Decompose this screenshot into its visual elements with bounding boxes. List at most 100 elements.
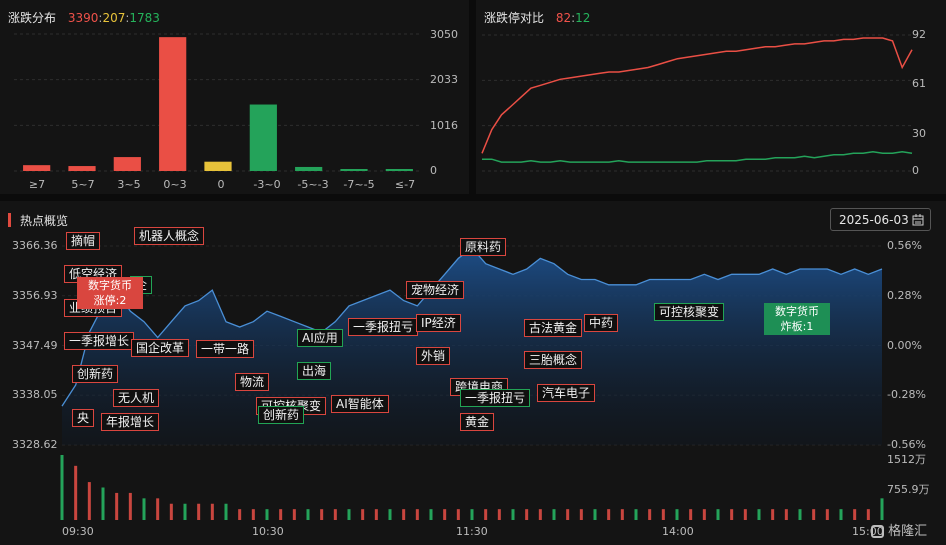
volume-bar xyxy=(183,503,187,520)
logo-icon xyxy=(871,525,884,538)
volume-bar xyxy=(716,509,720,520)
logo-text: 格隆汇 xyxy=(888,524,928,539)
volume-bar xyxy=(361,509,365,520)
concept-tag[interactable]: 外销 xyxy=(416,347,451,365)
volume-bar xyxy=(675,509,679,520)
concept-tag[interactable]: 古法黄金 xyxy=(524,319,583,337)
volume-bar xyxy=(497,509,501,520)
concept-tag[interactable]: 机器人概念 xyxy=(134,227,205,245)
concept-tag[interactable]: 出海 xyxy=(297,362,332,380)
volume-bar xyxy=(566,509,570,520)
concept-tag[interactable]: 宠物经济 xyxy=(406,281,465,299)
volume-bar xyxy=(620,509,624,520)
volume-bar xyxy=(484,509,488,520)
volume-bar xyxy=(579,509,583,520)
price-tick: 3338.05 xyxy=(12,388,58,401)
concept-tag[interactable]: IP经济 xyxy=(416,314,461,332)
volume-bar xyxy=(552,509,556,520)
volume-bar xyxy=(347,509,351,520)
concept-tag[interactable]: AI智能体 xyxy=(331,395,389,413)
concept-tag[interactable]: AI应用 xyxy=(297,329,343,347)
concept-tag[interactable]: 物流 xyxy=(235,373,270,391)
broken-limit-callout[interactable]: 数字货币 炸板:1 xyxy=(764,303,830,335)
time-tick: 14:00 xyxy=(662,525,694,538)
concept-tag[interactable]: 一带一路 xyxy=(196,340,255,358)
volume-bar xyxy=(101,487,105,520)
volume-bar xyxy=(169,503,173,520)
volume-bar xyxy=(115,492,119,520)
volume-bar xyxy=(429,509,433,520)
volume-bar xyxy=(743,509,747,520)
volume-bar xyxy=(197,503,201,520)
callout-title: 数字货币 xyxy=(88,279,132,292)
volume-bar xyxy=(251,509,255,520)
volume-bar xyxy=(402,509,406,520)
volume-bar xyxy=(784,509,788,520)
concept-tag[interactable]: 黄金 xyxy=(460,413,495,431)
callout-row: 炸板:1 xyxy=(768,319,826,334)
volume-bar xyxy=(156,498,160,520)
volume-bar xyxy=(443,509,447,520)
volume-bar xyxy=(661,509,665,520)
volume-bar xyxy=(292,509,296,520)
volume-bar xyxy=(470,509,474,520)
pct-tick: 0.56% xyxy=(887,239,922,252)
volume-bar xyxy=(812,509,816,520)
time-tick: 11:30 xyxy=(456,525,488,538)
volume-bar xyxy=(456,509,460,520)
time-tick: 10:30 xyxy=(252,525,284,538)
concept-tag[interactable]: 中药 xyxy=(584,314,619,332)
volume-bar xyxy=(388,509,392,520)
volume-bar xyxy=(238,509,242,520)
volume-bar xyxy=(87,482,91,520)
concept-tag[interactable]: 原料药 xyxy=(460,238,507,256)
volume-tick: 1512万 xyxy=(887,453,926,466)
concept-tag[interactable]: 创新药 xyxy=(258,406,305,424)
callout-value: 2 xyxy=(119,294,127,307)
volume-bar xyxy=(880,498,884,520)
concept-tag[interactable]: 一季报扭亏 xyxy=(460,389,531,407)
volume-bar xyxy=(689,509,693,520)
volume-bar xyxy=(730,509,734,520)
price-tick: 3366.36 xyxy=(12,239,58,252)
concept-tag[interactable]: 国企改革 xyxy=(131,339,190,357)
volume-bar xyxy=(224,503,228,520)
concept-tag[interactable]: 一季报增长 xyxy=(64,332,135,350)
volume-bar xyxy=(306,509,310,520)
volume-bar xyxy=(415,509,419,520)
volume-bar xyxy=(798,509,802,520)
volume-bar xyxy=(279,509,283,520)
concept-tag[interactable]: 无人机 xyxy=(113,389,160,407)
volume-bar xyxy=(128,492,132,520)
intraday-chart xyxy=(60,245,884,520)
volume-tick: 755.9万 xyxy=(887,483,930,496)
volume-bar xyxy=(702,509,706,520)
volume-bar xyxy=(265,509,269,520)
concept-tag[interactable]: 可控核聚变 xyxy=(654,303,725,321)
volume-bar xyxy=(320,509,324,520)
concept-tag[interactable]: 年报增长 xyxy=(101,413,160,431)
concept-tag[interactable]: 一季报扭亏 xyxy=(348,318,419,336)
volume-bar xyxy=(333,509,337,520)
concept-tag[interactable]: 摘帽 xyxy=(66,232,101,250)
limit-up-callout[interactable]: 数字货币 涨停:2 xyxy=(77,277,143,309)
price-tick: 3356.93 xyxy=(12,289,58,302)
pct-tick: 0.00% xyxy=(887,339,922,352)
volume-bar xyxy=(853,509,857,520)
volume-bar xyxy=(210,503,214,520)
volume-bar xyxy=(60,455,64,520)
pct-tick: -0.56% xyxy=(887,438,926,451)
callout-title: 数字货币 xyxy=(775,305,819,318)
price-tick: 3347.49 xyxy=(12,339,58,352)
concept-tag[interactable]: 央 xyxy=(72,409,95,427)
concept-tag[interactable]: 创新药 xyxy=(72,365,119,383)
volume-bar xyxy=(771,509,775,520)
watermark-logo: 格隆汇 xyxy=(871,520,927,539)
volume-bar xyxy=(825,509,829,520)
volume-bar xyxy=(142,498,146,520)
concept-tag[interactable]: 三胎概念 xyxy=(524,351,583,369)
volume-bar xyxy=(634,509,638,520)
price-tick: 3328.62 xyxy=(12,438,58,451)
volume-bar xyxy=(607,509,611,520)
concept-tag[interactable]: 汽车电子 xyxy=(537,384,596,402)
